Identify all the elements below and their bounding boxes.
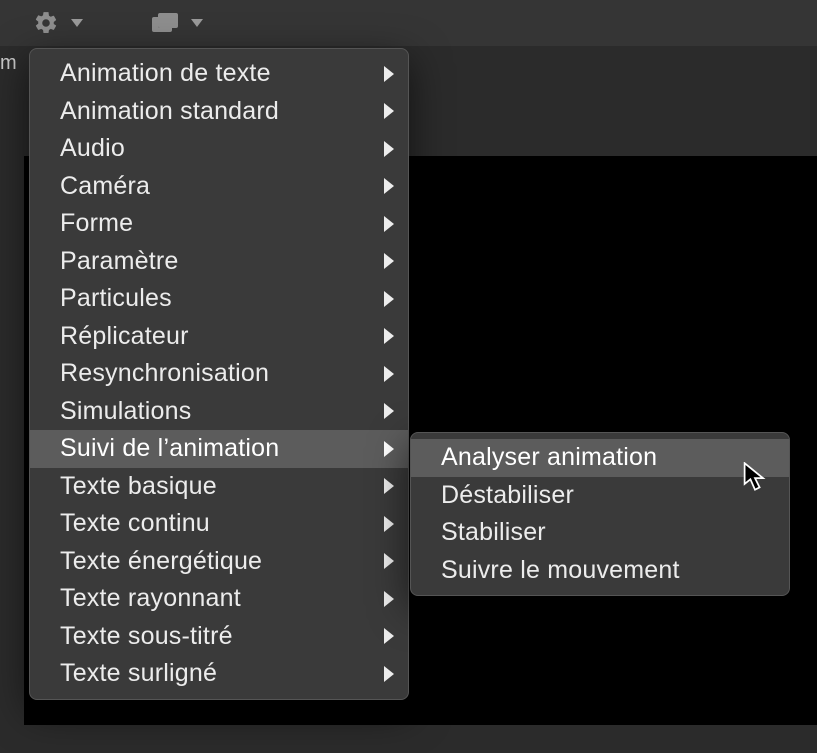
menu-item-camera[interactable]: Caméra [30,168,408,206]
menu-item-animation-standard[interactable]: Animation standard [30,93,408,131]
menu-item-particules[interactable]: Particules [30,280,408,318]
chevron-right-icon [384,216,394,232]
menu-item-label: Forme [60,209,133,238]
submenu-item-label: Stabiliser [441,518,546,547]
submenu-item-label: Analyser animation [441,443,657,472]
menu-item-suivi-de-lanimation[interactable]: Suivi de l’animation [30,430,408,468]
chevron-right-icon [384,478,394,494]
menu-item-label: Texte continu [60,509,210,538]
menu-item-parametre[interactable]: Paramètre [30,243,408,281]
submenu-item-analyser-animation[interactable]: Analyser animation [411,439,789,477]
chevron-right-icon [384,403,394,419]
menu-item-replicateur[interactable]: Réplicateur [30,318,408,356]
menu-item-texte-surligne[interactable]: Texte surligné [30,655,408,693]
menu-item-texte-continu[interactable]: Texte continu [30,505,408,543]
menu-item-label: Texte rayonnant [60,584,241,613]
chevron-right-icon [384,553,394,569]
submenu-item-label: Déstabiliser [441,481,574,510]
chevron-right-icon [384,253,394,269]
windows-dropdown-button[interactable] [132,6,222,40]
behavior-submenu[interactable]: Analyser animation Déstabiliser Stabilis… [410,432,790,596]
windows-icon [151,12,179,34]
menu-item-label: Suivi de l’animation [60,434,279,463]
menu-item-label: Texte énergétique [60,547,262,576]
menu-item-label: Caméra [60,172,150,201]
chevron-right-icon [384,103,394,119]
gear-icon [33,10,59,36]
menu-item-resynchronisation[interactable]: Resynchronisation [30,355,408,393]
chevron-right-icon [384,591,394,607]
menu-item-texte-energetique[interactable]: Texte énergétique [30,543,408,581]
chevron-right-icon [384,178,394,194]
menu-item-texte-sous-titre[interactable]: Texte sous-titré [30,618,408,656]
toolbar [0,0,817,46]
chevron-right-icon [384,666,394,682]
chevron-right-icon [384,516,394,532]
menu-item-label: Réplicateur [60,322,189,351]
chevron-right-icon [384,66,394,82]
menu-item-label: Resynchronisation [60,359,269,388]
chevron-right-icon [384,328,394,344]
chevron-right-icon [384,441,394,457]
submenu-item-stabiliser[interactable]: Stabiliser [411,514,789,552]
chevron-down-icon [71,19,83,27]
gear-dropdown-button[interactable] [13,6,103,40]
left-gutter: m [0,46,24,753]
submenu-item-suivre-le-mouvement[interactable]: Suivre le mouvement [411,552,789,590]
menu-item-animation-de-texte[interactable]: Animation de texte [30,55,408,93]
menu-item-label: Texte surligné [60,659,217,688]
chevron-right-icon [384,291,394,307]
behavior-category-menu[interactable]: Animation de texte Animation standard Au… [29,48,409,700]
chevron-right-icon [384,141,394,157]
chevron-right-icon [384,366,394,382]
menu-item-audio[interactable]: Audio [30,130,408,168]
truncated-label: m [0,52,17,75]
chevron-right-icon [384,628,394,644]
menu-item-label: Paramètre [60,247,179,276]
menu-item-label: Simulations [60,397,191,426]
menu-item-label: Particules [60,284,172,313]
menu-item-label: Animation standard [60,97,279,126]
menu-item-label: Texte basique [60,472,217,501]
menu-item-texte-rayonnant[interactable]: Texte rayonnant [30,580,408,618]
chevron-down-icon [191,19,203,27]
menu-item-label: Animation de texte [60,59,271,88]
menu-item-simulations[interactable]: Simulations [30,393,408,431]
menu-item-label: Audio [60,134,125,163]
bottom-gutter [24,725,817,753]
submenu-item-destabiliser[interactable]: Déstabiliser [411,477,789,515]
menu-item-texte-basique[interactable]: Texte basique [30,468,408,506]
menu-item-label: Texte sous-titré [60,622,233,651]
submenu-item-label: Suivre le mouvement [441,556,680,585]
menu-item-forme[interactable]: Forme [30,205,408,243]
